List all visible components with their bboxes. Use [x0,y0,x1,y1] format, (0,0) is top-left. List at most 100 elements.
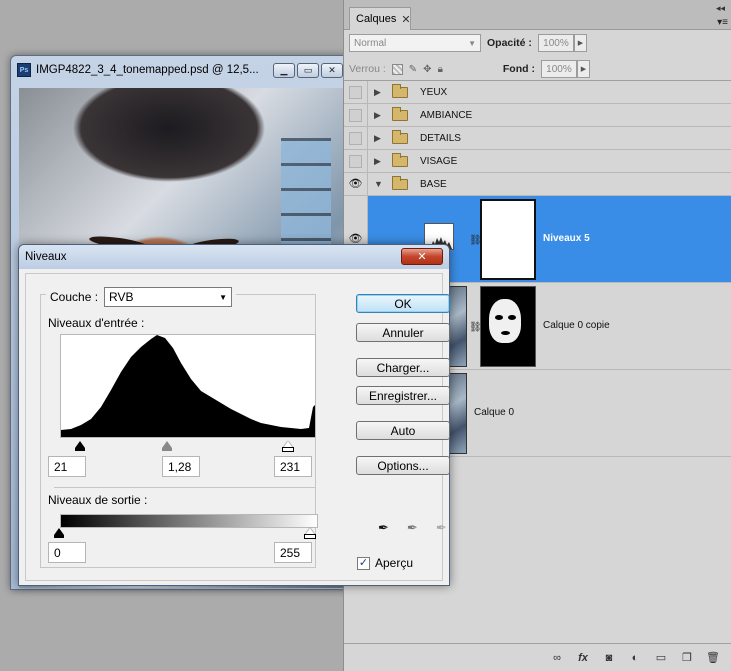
close-tab-icon[interactable]: ✕ [401,13,410,26]
dialog-titlebar[interactable]: Niveaux ✕ [19,245,449,269]
chevron-down-icon: ▼ [219,292,228,302]
layers-toolbar: ∞ fx ◙ ◐ ▭ ❐ 🗑︎ [344,643,731,671]
input-levels-slider[interactable] [60,441,316,452]
mask-icon[interactable]: ◙ [602,652,616,664]
lock-transparency-icon[interactable] [391,63,403,75]
new-layer-icon[interactable]: ❐ [680,651,694,664]
blend-mode-value: Normal [354,37,387,49]
photoshop-icon: Ps [17,63,31,77]
folder-icon [392,152,408,167]
levels-dialog: Niveaux ✕ Couche : RVB ▼ Niveaux d'entré… [18,244,450,586]
output-levels-label: Niveaux de sortie : [48,493,148,507]
group-name: YEUX [420,86,448,98]
group-name: BASE [420,178,447,190]
layer-name: Niveaux 5 [543,233,590,244]
visibility-toggle[interactable] [349,154,362,168]
folder-icon [392,175,408,190]
lock-all-icon[interactable]: 🔒︎ [438,64,443,75]
visibility-toggle[interactable] [349,108,362,122]
document-titlebar[interactable]: Ps IMGP4822_3_4_tonemapped.psd @ 12,5...… [11,56,349,84]
output-black-field[interactable]: 0 [48,542,86,563]
group-name: VISAGE [420,155,458,167]
folder-icon [392,106,408,121]
expand-arrow-icon[interactable]: ▶ [374,156,388,167]
expand-arrow-icon[interactable]: ▶ [374,110,388,121]
input-white-field[interactable]: 231 [274,456,312,477]
trash-icon[interactable]: 🗑︎ [706,651,720,664]
chevron-down-icon: ▼ [468,38,476,48]
layer-group-row[interactable]: ▶ VISAGE [344,150,731,173]
fill-field[interactable]: 100% [540,60,577,78]
preview-checkbox[interactable]: ✓ [357,556,370,570]
ok-button[interactable]: OK [356,294,450,313]
output-levels-slider[interactable] [54,528,316,539]
output-black-slider[interactable] [54,528,64,535]
panel-menu-icon[interactable]: ▾≡ [717,17,728,28]
eye-icon[interactable]: 👁︎ [349,178,363,190]
preview-checkbox-row[interactable]: ✓ Aperçu [357,556,413,570]
folder-icon [392,129,408,144]
expand-arrow-icon[interactable]: ▶ [374,87,388,98]
maximize-button[interactable]: ▭ [297,62,319,78]
histogram-graph [61,335,315,437]
layer-mask-thumbnail[interactable] [480,286,536,367]
channel-select[interactable]: RVB ▼ [104,287,233,307]
close-window-button[interactable]: ✕ [321,62,343,78]
lock-label: Verrou : [349,63,386,75]
group-name: DETAILS [420,132,461,144]
layer-mask-thumbnail[interactable] [480,199,536,280]
opacity-label: Opacité : [487,37,532,49]
visibility-toggle[interactable] [349,131,362,145]
layer-group-row[interactable]: ▶ DETAILS [344,127,731,150]
input-gamma-field[interactable]: 1,28 [162,456,200,477]
link-icon[interactable]: ∞ [550,652,564,664]
tab-layers-label: Calques [356,13,397,25]
lock-move-icon[interactable]: ✥ [423,64,431,75]
group-name: AMBIANCE [420,109,473,121]
input-levels-label: Niveaux d'entrée : [48,316,145,330]
white-point-slider[interactable] [283,441,293,448]
options-button[interactable]: Options... [356,456,450,475]
visibility-toggle[interactable] [349,85,362,99]
output-gradient [60,514,318,528]
input-black-field[interactable]: 21 [48,456,86,477]
gamma-slider[interactable] [162,441,172,448]
layer-name: Calque 0 [474,407,515,418]
tab-layers[interactable]: Calques ✕ [349,7,411,30]
divider [54,487,316,488]
load-button[interactable]: Charger... [356,358,450,377]
opacity-field[interactable]: 100% [537,34,574,52]
layer-group-row[interactable]: ▶ YEUX [344,81,731,104]
layer-group-row[interactable]: 👁︎ ▼ BASE [344,173,731,196]
close-button[interactable]: ✕ [401,248,443,265]
blend-mode-select[interactable]: Normal ▼ [349,34,481,52]
output-white-field[interactable]: 255 [274,542,312,563]
fill-arrow-icon[interactable]: ▶ [576,60,590,78]
black-eyedropper-icon[interactable]: ✒︎ [378,520,389,536]
channel-label: Couche : [50,290,99,304]
collapse-icon[interactable]: ◂◂ [716,3,725,14]
fill-label: Fond : [502,63,535,75]
expand-arrow-icon[interactable]: ▶ [374,133,388,144]
black-point-slider[interactable] [75,441,85,448]
auto-button[interactable]: Auto [356,421,450,440]
histogram [60,334,316,438]
output-white-slider[interactable] [305,528,315,535]
adjustment-icon[interactable]: ◐ [628,652,642,664]
layer-group-row[interactable]: ▶ AMBIANCE [344,104,731,127]
cancel-button[interactable]: Annuler [356,323,450,342]
layer-name: Calque 0 copie [543,320,610,331]
folder-icon[interactable]: ▭ [654,651,668,664]
fx-icon[interactable]: fx [576,652,590,664]
collapse-arrow-icon[interactable]: ▼ [374,179,388,189]
save-button[interactable]: Enregistrer... [356,386,450,405]
eye-icon[interactable]: 👁︎ [349,233,363,245]
preview-label: Aperçu [375,556,414,570]
opacity-arrow-icon[interactable]: ▶ [573,34,587,52]
gray-eyedropper-icon[interactable]: ✒︎ [407,520,418,536]
white-eyedropper-icon[interactable]: ✒︎ [436,520,447,536]
document-title: IMGP4822_3_4_tonemapped.psd @ 12,5... [36,64,259,76]
minimize-button[interactable]: ▁ [273,62,295,78]
folder-icon [392,83,408,98]
lock-brush-icon[interactable]: ✎ [409,64,417,75]
